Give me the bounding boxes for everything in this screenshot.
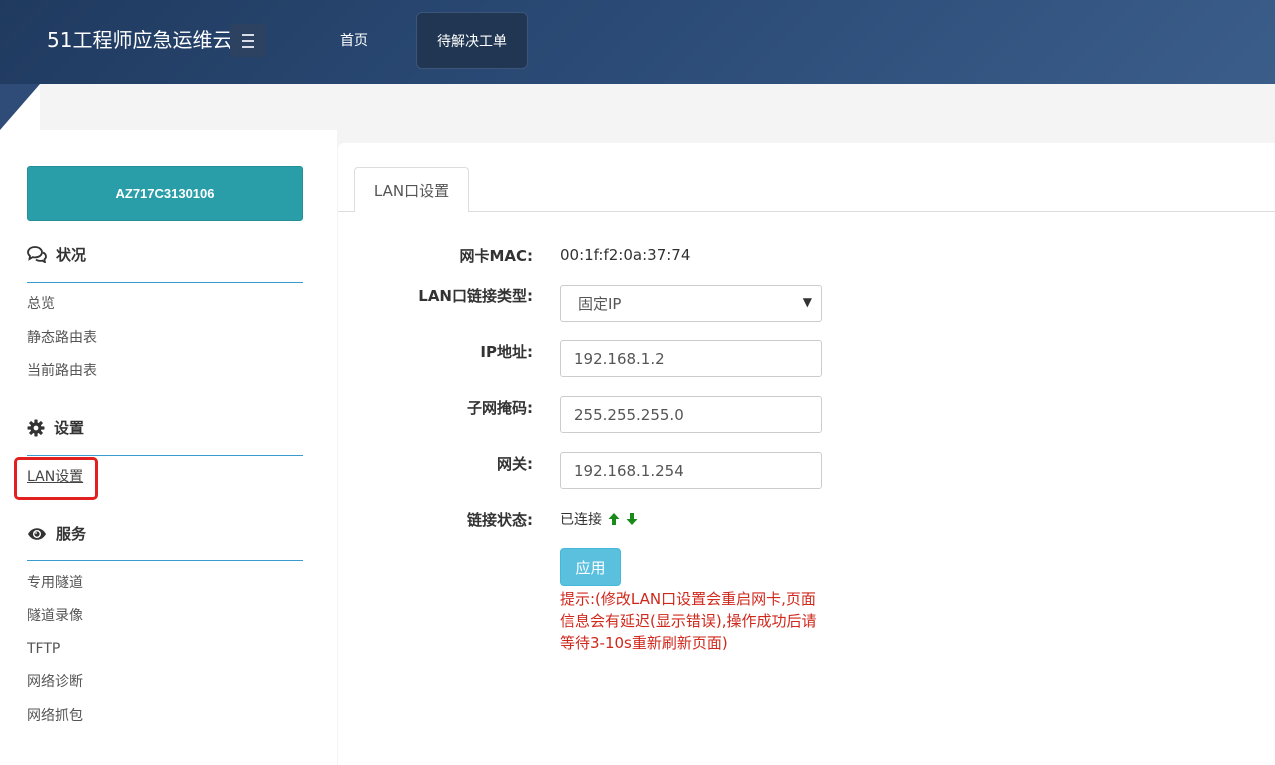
section-divider	[27, 282, 303, 283]
sidebar-item-tftp[interactable]: TFTP	[27, 639, 60, 659]
tab-lan-settings[interactable]: LAN口设置	[354, 167, 469, 212]
section-title-text: 状况	[56, 246, 87, 264]
link-type-selected-value: 固定IP	[578, 295, 622, 313]
sidebar-item-current-routes[interactable]: 当前路由表	[27, 361, 97, 381]
gear-icon	[27, 419, 45, 436]
highlight-annotation-box	[14, 457, 98, 500]
sidebar-item-static-routes[interactable]: 静态路由表	[27, 328, 97, 348]
sidebar-item-network-diagnosis[interactable]: 网络诊断	[27, 672, 83, 692]
dropdown-arrow-icon: ▼	[802, 295, 812, 309]
arrow-up-icon	[608, 513, 620, 525]
nav-home-link[interactable]: 首页	[340, 31, 368, 51]
corner-decoration	[0, 84, 40, 130]
sidebar-item-dedicated-tunnel[interactable]: 专用隧道	[27, 573, 83, 593]
link-type-label: LAN口链接类型:	[418, 287, 533, 305]
device-id-button[interactable]: AZ717C3130106	[27, 166, 303, 221]
apply-button[interactable]: 应用	[560, 548, 621, 586]
menu-toggle-button[interactable]	[230, 24, 266, 57]
section-title-text: 服务	[56, 525, 87, 543]
arrow-down-icon	[626, 513, 638, 525]
ip-address-input[interactable]	[560, 340, 822, 377]
sidebar	[0, 130, 337, 765]
link-type-select[interactable]: 固定IP ▼	[560, 285, 822, 322]
subnet-mask-input[interactable]	[560, 396, 822, 433]
comments-icon	[27, 246, 47, 263]
sidebar-item-overview[interactable]: 总览	[27, 294, 55, 314]
nav-pending-tickets-link[interactable]: 待解决工单	[416, 12, 528, 69]
brand-title[interactable]: 51工程师应急运维云	[47, 27, 232, 53]
section-services-title: 服务	[27, 523, 86, 544]
link-status-value: 已连接	[560, 512, 602, 528]
tab-border	[469, 211, 1275, 212]
hamburger-icon	[242, 32, 254, 50]
link-status: 已连接	[560, 509, 639, 529]
ip-label: IP地址:	[480, 343, 533, 361]
sidebar-item-packet-capture[interactable]: 网络抓包	[27, 706, 83, 726]
mac-value: 00:1f:f2:0a:37:74	[560, 246, 691, 264]
section-title-text: 设置	[54, 419, 85, 437]
sidebar-item-tunnel-recording[interactable]: 隧道录像	[27, 606, 83, 626]
warning-tip-text: 提示:(修改LAN口设置会重启网卡,页面信息会有延迟(显示错误),操作成功后请等…	[560, 590, 817, 652]
gateway-input[interactable]	[560, 452, 822, 489]
section-status-title: 状况	[27, 244, 86, 265]
section-settings-title: 设置	[27, 417, 84, 438]
section-divider	[27, 560, 303, 561]
tab-border	[338, 211, 354, 212]
section-divider	[27, 455, 303, 456]
mac-label: 网卡MAC:	[459, 247, 533, 265]
eye-icon	[28, 527, 46, 540]
subnet-mask-label: 子网掩码:	[467, 399, 533, 417]
link-status-label: 链接状态:	[467, 511, 533, 529]
gateway-label: 网关:	[497, 455, 533, 473]
